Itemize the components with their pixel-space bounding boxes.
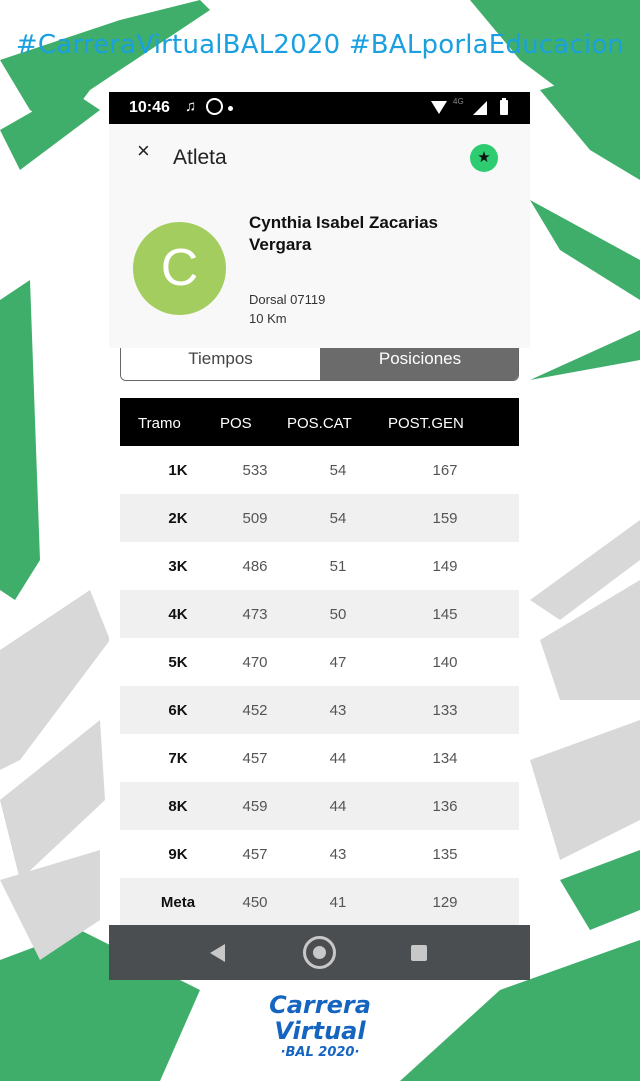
cell-post-gen: 134 <box>432 750 458 767</box>
header-pos-cat: POS.CAT <box>287 415 352 432</box>
cell-pos-cat: 50 <box>329 606 347 623</box>
positions-table: Tramo POS POS.CAT POST.GEN 1K 533 54 167… <box>120 398 519 926</box>
tab-bar: Tiempos Posiciones <box>120 348 519 381</box>
cell-pos: 457 <box>242 750 268 767</box>
status-time: 10:46 <box>129 99 170 116</box>
cell-pos-cat: 41 <box>329 894 347 911</box>
battery-icon <box>500 98 508 115</box>
whatsapp-icon <box>206 98 223 115</box>
hashtag-banner: #CarreraVirtualBAL2020 #BALporlaEducacio… <box>15 30 625 60</box>
table-row: 3K 486 51 149 <box>120 542 519 590</box>
athlete-distance: 10 Km <box>249 311 287 326</box>
table-row: 8K 459 44 136 <box>120 782 519 830</box>
cell-pos-cat: 54 <box>329 510 347 527</box>
cell-tramo: 1K <box>168 462 188 479</box>
cell-pos-cat: 43 <box>329 702 347 719</box>
notification-dot-icon <box>228 106 233 111</box>
table-row: 4K 473 50 145 <box>120 590 519 638</box>
tab-tiempos[interactable]: Tiempos <box>121 348 320 380</box>
athlete-name: Cynthia Isabel Zacarias Vergara <box>249 213 438 254</box>
cell-tramo: 4K <box>168 606 188 623</box>
header-pos: POS <box>220 415 252 432</box>
recent-apps-icon[interactable] <box>411 945 427 961</box>
cell-pos: 509 <box>242 510 268 527</box>
page-title: Atleta <box>173 146 227 169</box>
music-note-icon: ♫ <box>185 98 197 115</box>
navigation-bar <box>109 925 530 980</box>
table-row: 6K 452 43 133 <box>120 686 519 734</box>
athlete-dorsal: Dorsal 07119 <box>249 292 326 307</box>
cell-pos-cat: 47 <box>329 654 347 671</box>
cell-pos-cat: 54 <box>329 462 347 479</box>
cell-tramo: 9K <box>168 846 188 863</box>
tab-posiciones[interactable]: Posiciones <box>320 348 518 380</box>
cell-pos-cat: 43 <box>329 846 347 863</box>
carrera-virtual-logo: Carrera Virtual ·BAL 2020· <box>250 992 390 1072</box>
cell-tramo: 8K <box>168 798 188 815</box>
star-icon[interactable]: ★ <box>470 144 498 172</box>
cell-post-gen: 145 <box>432 606 458 623</box>
table-row: 5K 470 47 140 <box>120 638 519 686</box>
cell-post-gen: 133 <box>432 702 458 719</box>
logo-line-3: ·BAL 2020· <box>280 1045 360 1060</box>
table-row: Meta 450 41 129 <box>120 878 519 926</box>
cell-tramo: 5K <box>168 654 188 671</box>
cell-tramo: 7K <box>168 750 188 767</box>
cell-post-gen: 149 <box>432 558 458 575</box>
cell-pos: 473 <box>242 606 268 623</box>
cell-tramo: 6K <box>168 702 188 719</box>
cell-pos-cat: 51 <box>329 558 347 575</box>
table-header: Tramo POS POS.CAT POST.GEN <box>120 398 519 446</box>
cell-pos: 452 <box>242 702 268 719</box>
cell-pos: 459 <box>242 798 268 815</box>
table-row: 2K 509 54 159 <box>120 494 519 542</box>
logo-line-2: Virtual <box>274 1017 366 1045</box>
cell-post-gen: 135 <box>432 846 458 863</box>
table-row: 9K 457 43 135 <box>120 830 519 878</box>
cell-tramo: 2K <box>168 510 188 527</box>
cell-pos-cat: 44 <box>329 750 347 767</box>
phone-screen: 10:46 ♫ 4G × Atleta ★ C Cynthia Isabel Z… <box>109 92 530 980</box>
wifi-icon <box>431 101 447 114</box>
status-bar: 10:46 ♫ 4G <box>109 92 530 124</box>
cell-tramo: 3K <box>168 558 188 575</box>
logo-line-1: Carrera <box>269 991 371 1019</box>
cell-pos: 457 <box>242 846 268 863</box>
table-row: 1K 533 54 167 <box>120 446 519 494</box>
cell-post-gen: 140 <box>432 654 458 671</box>
home-icon[interactable] <box>303 936 336 969</box>
cell-post-gen: 167 <box>432 462 458 479</box>
avatar: C <box>133 222 226 315</box>
cell-pos: 486 <box>242 558 268 575</box>
cell-pos: 533 <box>242 462 268 479</box>
cell-post-gen: 136 <box>432 798 458 815</box>
table-row: 7K 457 44 134 <box>120 734 519 782</box>
header-tramo: Tramo <box>138 415 181 432</box>
back-icon[interactable] <box>210 944 225 962</box>
cell-pos: 470 <box>242 654 268 671</box>
cell-pos: 450 <box>242 894 268 911</box>
header-post-gen: POST.GEN <box>388 415 464 432</box>
network-type: 4G <box>453 97 464 106</box>
app-bar: × Atleta ★ <box>109 124 530 188</box>
athlete-profile: C Cynthia Isabel Zacarias Vergara Dorsal… <box>109 188 530 348</box>
signal-icon <box>473 101 487 115</box>
cell-tramo: Meta <box>160 894 196 911</box>
cell-post-gen: 159 <box>432 510 458 527</box>
close-icon[interactable]: × <box>137 138 150 164</box>
cell-post-gen: 129 <box>432 894 458 911</box>
cell-pos-cat: 44 <box>329 798 347 815</box>
